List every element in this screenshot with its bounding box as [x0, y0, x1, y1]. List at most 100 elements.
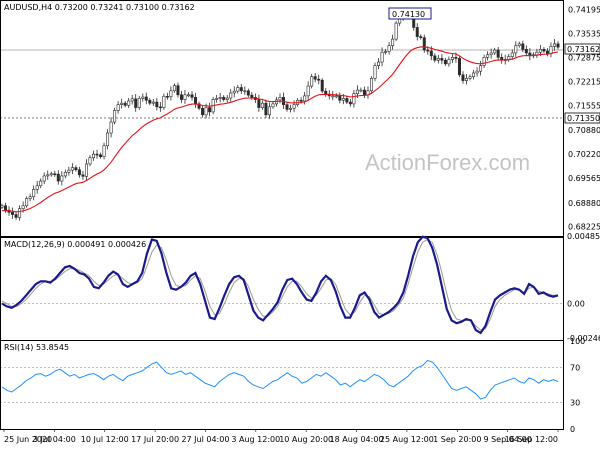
candle-body: [457, 58, 461, 76]
candle-body: [278, 97, 282, 101]
rsi-axis-tick: 100: [570, 337, 585, 346]
candle-body: [271, 103, 275, 108]
candle-body: [109, 121, 113, 134]
rsi-panel-frame: [0, 340, 564, 430]
candle-body: [158, 106, 162, 109]
candle-body: [348, 101, 352, 105]
candle-body: [475, 70, 479, 74]
grid-layer: [0, 49, 563, 403]
time-axis-tick: 3 Aug 12:00: [231, 435, 280, 444]
candle-body: [141, 96, 145, 99]
candle-body: [74, 167, 78, 171]
candle-body: [63, 172, 67, 177]
candle-body: [415, 27, 419, 37]
macd-panel-title: MACD(12,26,9) 0.000491 0.000426: [4, 240, 146, 249]
candle-body: [46, 174, 50, 177]
candle-body: [496, 49, 500, 58]
candle-body: [317, 78, 321, 81]
candle-body: [49, 173, 53, 176]
candle-body: [218, 97, 222, 99]
price-axis-tick: 0.70880: [568, 126, 600, 135]
price-panel-frame: [0, 0, 564, 237]
candle-body: [236, 87, 240, 92]
price-axis-tick: 0.71555: [568, 102, 600, 111]
axis-labels: 0.74195 0.73535 0.72875 0.72215 0.71555 0.708…: [3, 5, 600, 444]
candle-body: [489, 52, 493, 56]
price-axis-tick: 0.70220: [568, 150, 600, 159]
level-price-tag-label: 0.71350: [567, 114, 600, 123]
rsi-panel-title: RSI(14) 53.8545: [4, 343, 69, 352]
candle-body: [510, 52, 514, 57]
candle-body: [222, 97, 226, 100]
candle-body: [556, 43, 560, 48]
time-axis-tick: 18 Aug 04:00: [330, 435, 384, 444]
candle-body: [229, 92, 233, 99]
candle-body: [479, 65, 483, 72]
candle-body: [538, 49, 542, 53]
candle-body: [116, 104, 120, 111]
candle-body: [524, 49, 528, 54]
candle-body: [169, 90, 173, 97]
candle-body: [42, 175, 46, 182]
price-axis-tick: 0.73535: [568, 29, 600, 38]
candle-body: [84, 163, 88, 177]
price-axis-tick: 0.68225: [568, 223, 600, 232]
time-axis-tick: 3 Jul 04:00: [33, 435, 76, 444]
candle-body: [306, 85, 310, 97]
time-axis-tick: 10 Aug 20:00: [279, 435, 333, 444]
rsi-line: [1, 359, 559, 400]
candle-body: [419, 36, 423, 38]
candle-body: [39, 180, 43, 187]
candle-body: [422, 37, 426, 51]
candle-body: [187, 94, 191, 97]
candle-body: [127, 100, 131, 106]
candles-layer: [0, 7, 560, 221]
macd-axis-tick: 0.004854: [567, 232, 600, 241]
candle-body: [106, 132, 110, 147]
candle-body: [70, 167, 74, 171]
candle-body: [443, 59, 447, 65]
candle-body: [14, 214, 18, 218]
candle-body: [486, 54, 490, 58]
candle-body: [355, 89, 359, 95]
candle-body: [450, 57, 454, 60]
macd-line: [1, 235, 559, 335]
candle-body: [369, 78, 373, 92]
candle-body: [144, 96, 148, 101]
candle-body: [521, 43, 525, 50]
candle-body: [88, 157, 92, 165]
candle-body: [172, 85, 176, 92]
candle-body: [433, 55, 437, 61]
candle-body: [482, 57, 486, 66]
candle-body: [137, 98, 141, 108]
price-axis-tick: 0.69565: [568, 174, 600, 183]
candle-body: [341, 98, 345, 101]
candle-body: [155, 101, 159, 108]
candle-body: [514, 45, 518, 54]
price-panel-title: AUDUSD,H4 0.73200 0.73241 0.73100 0.7316…: [4, 3, 195, 12]
rsi-axis-tick: 30: [570, 399, 580, 408]
candle-body: [289, 107, 293, 110]
candle-body: [53, 173, 57, 176]
candle-body: [204, 107, 208, 116]
rsi-axis-tick: 0: [570, 425, 575, 434]
candle-body: [190, 94, 194, 98]
candle-body: [285, 104, 289, 110]
candle-body: [162, 95, 166, 108]
candle-body: [225, 97, 229, 100]
candle-body: [391, 38, 395, 46]
candle-body: [552, 43, 556, 47]
candle-body: [95, 153, 99, 156]
candle-body: [352, 93, 356, 105]
candle-body: [542, 49, 546, 52]
candle-body: [18, 208, 22, 218]
candle-body: [394, 22, 398, 40]
candle-body: [123, 102, 127, 106]
candle-body: [373, 65, 377, 79]
candle-body: [362, 89, 366, 96]
time-axis-tick: 1 Sep 20:00: [433, 435, 481, 444]
price-axis-tick: 0.68880: [568, 199, 600, 208]
price-axis-tick: 0.72215: [568, 78, 600, 87]
candle-body: [517, 43, 521, 46]
candle-body: [331, 95, 335, 98]
